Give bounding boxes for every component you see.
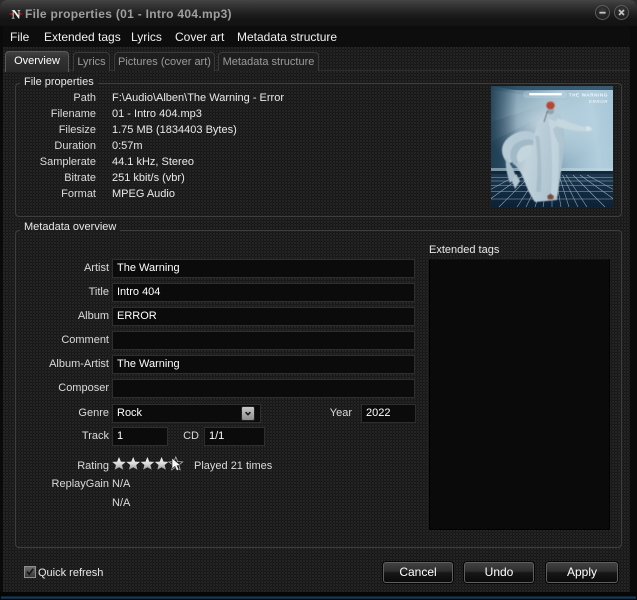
svg-text:N: N: [11, 8, 20, 22]
svg-text:THE WARNING: THE WARNING: [569, 93, 608, 98]
svg-text:ERROR: ERROR: [589, 99, 608, 104]
